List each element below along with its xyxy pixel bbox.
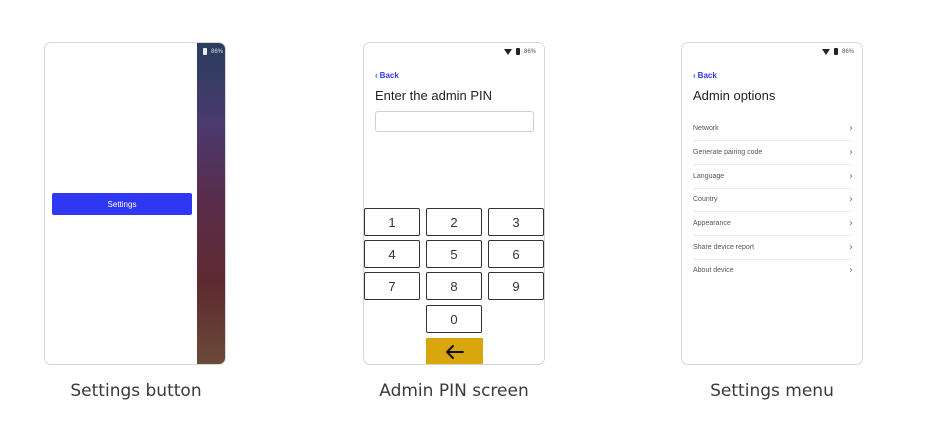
key-2[interactable]: 2 — [426, 208, 482, 236]
menu-item-label: Share device report — [693, 244, 755, 251]
status-bar: 86% — [821, 48, 854, 55]
back-label: Back — [697, 71, 717, 80]
key-0[interactable]: 0 — [426, 305, 482, 333]
chevron-right-icon: › — [849, 171, 853, 182]
battery-icon — [515, 48, 520, 55]
chevron-right-icon: › — [849, 265, 853, 276]
settings-menu-screen: 86% ‹ Back Admin options Network › Genera… — [681, 42, 863, 365]
menu-item-label: Language — [693, 173, 725, 180]
menu-item-share-report[interactable]: Share device report › — [693, 236, 853, 260]
chevron-right-icon: › — [849, 242, 853, 253]
menu-item-label: Appearance — [693, 220, 731, 227]
wifi-icon — [503, 48, 512, 55]
menu-item-about[interactable]: About device › — [693, 259, 853, 282]
page-title: Enter the admin PIN — [375, 88, 493, 103]
chevron-left-icon: ‹ — [693, 71, 696, 80]
menu-item-country[interactable]: Country › — [693, 188, 853, 212]
menu-item-label: Country — [693, 196, 718, 203]
caption-admin-pin: Admin PIN screen — [379, 381, 529, 401]
pin-input[interactable] — [375, 111, 534, 132]
key-1[interactable]: 1 — [364, 208, 420, 236]
key-6[interactable]: 6 — [488, 240, 544, 268]
key-5[interactable]: 5 — [426, 240, 482, 268]
battery-icon — [833, 48, 838, 55]
menu-item-label: Network — [693, 125, 719, 132]
key-3[interactable]: 3 — [488, 208, 544, 236]
arrow-left-icon — [445, 345, 464, 359]
menu-item-appearance[interactable]: Appearance › — [693, 212, 853, 236]
caption-settings-button: Settings button — [70, 381, 202, 401]
key-7[interactable]: 7 — [364, 272, 420, 300]
back-button[interactable]: ‹ Back — [375, 71, 399, 80]
back-button[interactable]: ‹ Back — [693, 71, 717, 80]
page-title: Admin options — [693, 88, 776, 103]
battery-level: 86% — [210, 48, 223, 55]
settings-button-screen: Settings 86% — [44, 42, 226, 365]
wifi-icon — [821, 48, 830, 55]
chevron-right-icon: › — [849, 147, 853, 158]
chevron-right-icon: › — [849, 194, 853, 205]
chevron-right-icon: › — [849, 218, 853, 229]
menu-item-label: Generate pairing code — [693, 149, 763, 156]
back-label: Back — [379, 71, 399, 80]
chevron-right-icon: › — [849, 123, 853, 134]
key-4[interactable]: 4 — [364, 240, 420, 268]
app-drawer-edge — [197, 43, 225, 364]
settings-button[interactable]: Settings — [52, 193, 192, 215]
status-bar: 86% — [503, 48, 536, 55]
battery-level: 86% — [523, 48, 536, 55]
admin-pin-screen: 86% ‹ Back Enter the admin PIN 1 2 3 4 5… — [363, 42, 545, 365]
menu-item-network[interactable]: Network › — [693, 117, 853, 141]
status-bar: 86% — [202, 48, 223, 55]
backspace-button[interactable] — [426, 338, 483, 364]
menu-item-label: About device — [693, 267, 734, 274]
caption-settings-menu: Settings menu — [710, 381, 834, 401]
battery-icon — [202, 48, 207, 55]
menu-item-language[interactable]: Language › — [693, 165, 853, 189]
chevron-left-icon: ‹ — [375, 71, 378, 80]
key-9[interactable]: 9 — [488, 272, 544, 300]
battery-level: 86% — [841, 48, 854, 55]
menu-item-pairing[interactable]: Generate pairing code › — [693, 141, 853, 165]
key-8[interactable]: 8 — [426, 272, 482, 300]
